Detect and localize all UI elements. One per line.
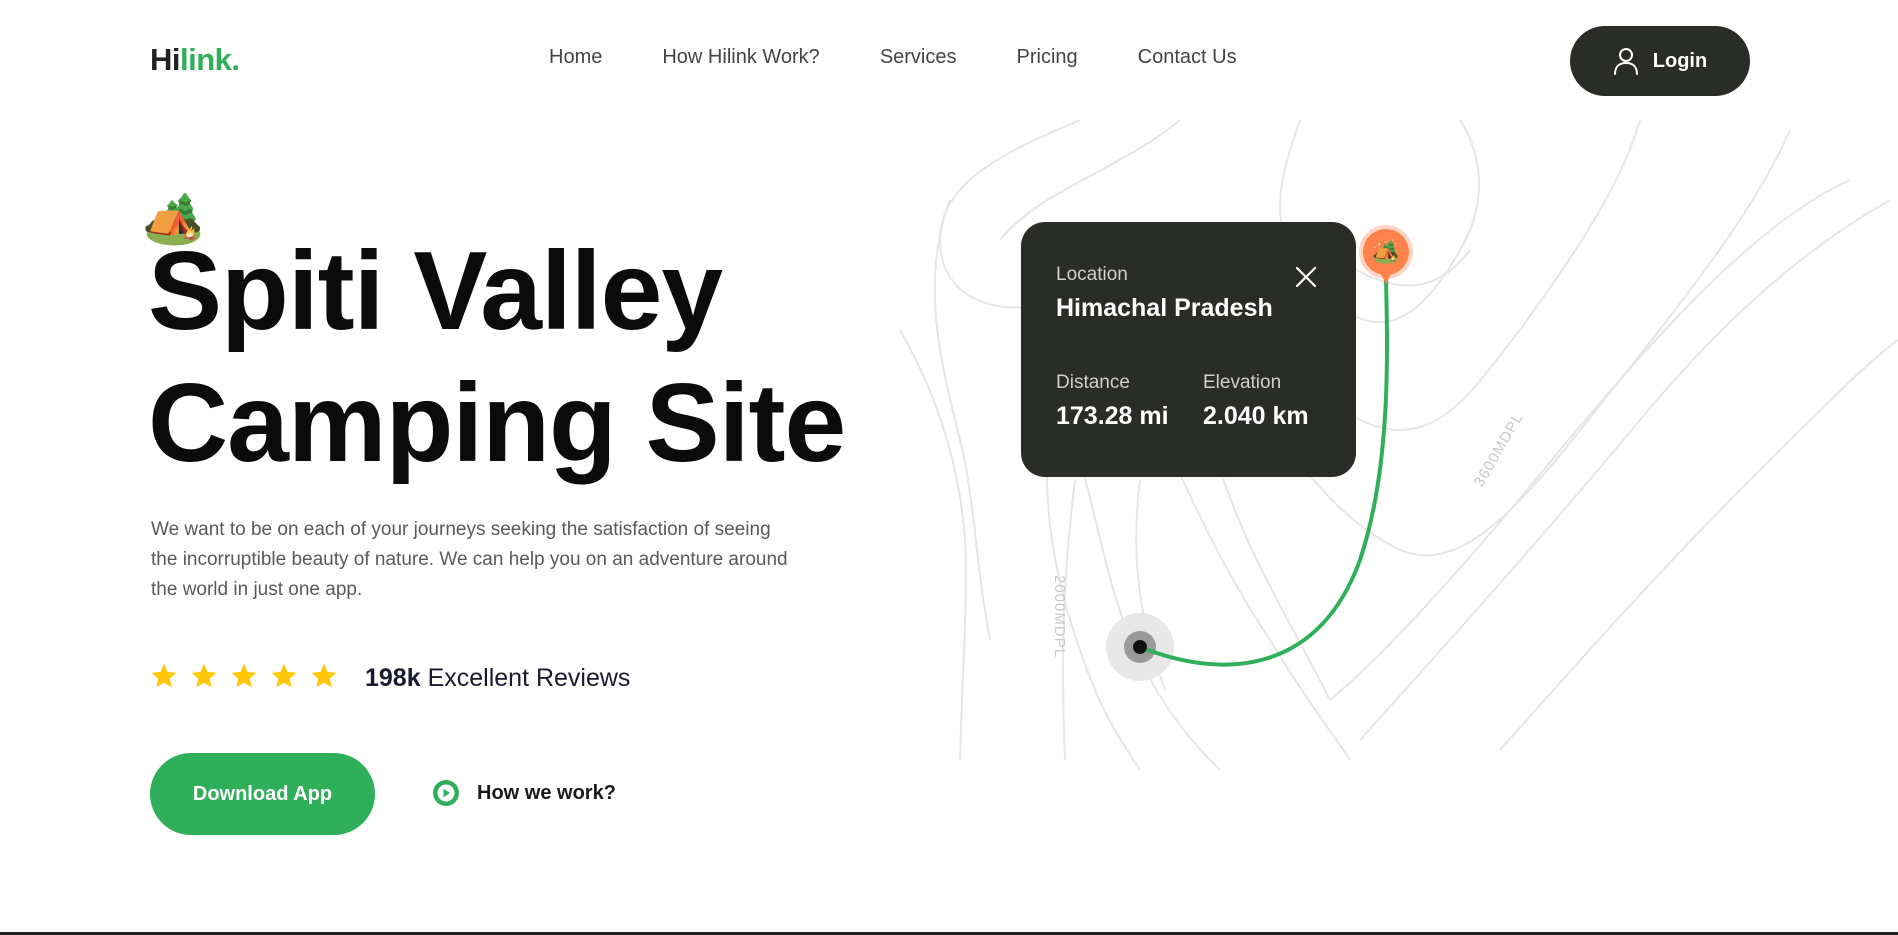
distance-label: Distance xyxy=(1056,372,1130,393)
distance-value: 173.28 mi xyxy=(1056,402,1169,430)
close-icon[interactable] xyxy=(1293,264,1319,290)
star-icon xyxy=(191,663,217,688)
login-label: Login xyxy=(1652,49,1708,72)
start-point-dot xyxy=(1133,640,1147,654)
reviews-summary: 198k Excellent Reviews xyxy=(365,661,630,695)
how-we-work-link[interactable]: How we work? xyxy=(433,780,616,806)
how-we-work-label: How we work? xyxy=(477,781,616,804)
elevation-label: Elevation xyxy=(1203,372,1282,393)
user-icon xyxy=(1613,48,1638,75)
hero-title: Spiti Valley Camping Site xyxy=(148,225,846,489)
hero-title-line-2: Camping Site xyxy=(148,361,846,485)
nav-pricing[interactable]: Pricing xyxy=(1017,42,1078,72)
star-icon xyxy=(271,663,297,688)
hero-title-line-1: Spiti Valley xyxy=(148,229,723,353)
logo-part-1: Hi xyxy=(150,42,181,77)
nav-services[interactable]: Services xyxy=(880,42,957,72)
location-label: Location xyxy=(1056,264,1128,285)
login-button[interactable]: Login xyxy=(1570,26,1750,96)
play-icon xyxy=(433,780,459,806)
main-nav: Home How Hilink Work? Services Pricing C… xyxy=(549,42,1237,72)
logo[interactable]: Hilink. xyxy=(150,40,240,80)
camp-icon: 🏕️ xyxy=(1372,239,1400,264)
location-card: Location Himachal Pradesh Distance 173.2… xyxy=(1021,222,1356,477)
reviews-count: 198k xyxy=(365,664,421,692)
nav-how-hilink-work[interactable]: How Hilink Work? xyxy=(662,42,819,72)
location-value: Himachal Pradesh xyxy=(1056,294,1273,322)
logo-part-2: link. xyxy=(180,42,240,77)
reviews-label: Excellent Reviews xyxy=(427,664,631,692)
nav-home[interactable]: Home xyxy=(549,42,602,72)
elevation-value: 2.040 km xyxy=(1203,402,1309,430)
nav-contact-us[interactable]: Contact Us xyxy=(1138,42,1237,72)
star-icon xyxy=(311,663,337,688)
hero-description: We want to be on each of your journeys s… xyxy=(151,519,788,600)
topographic-map: 2000MDPL 3600MDPL xyxy=(899,119,1898,770)
download-app-button[interactable]: Download App xyxy=(150,753,375,835)
rating-stars xyxy=(150,662,338,690)
star-icon xyxy=(151,663,177,688)
contour-label-3600: 3600MDPL xyxy=(1471,410,1527,490)
contour-label-2000: 2000MDPL xyxy=(1051,575,1068,658)
star-icon xyxy=(231,663,257,688)
